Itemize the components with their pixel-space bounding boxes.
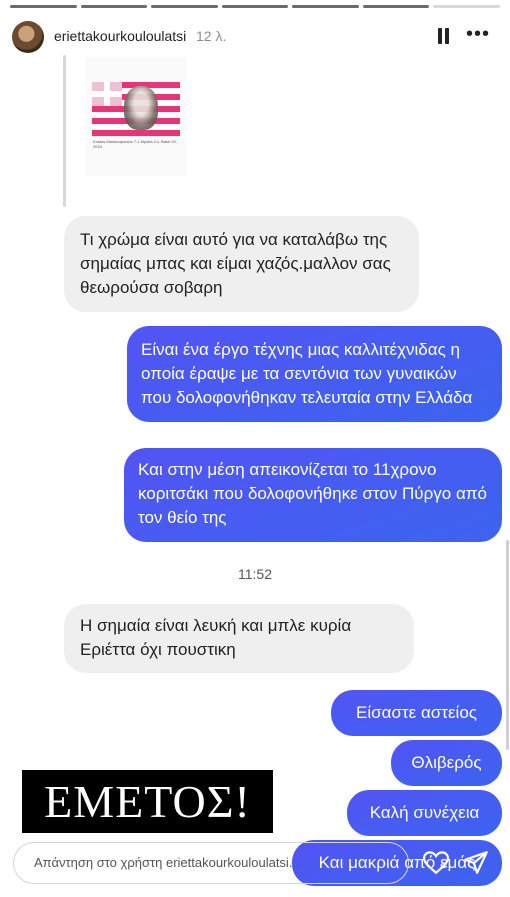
more-options-icon[interactable]: ••• bbox=[466, 23, 490, 46]
heart-icon[interactable] bbox=[423, 851, 449, 875]
avatar[interactable] bbox=[12, 21, 44, 53]
reply-input[interactable]: Απάντηση στο χρήστη eriettakourkouloulat… bbox=[13, 842, 409, 884]
emetos-sticker: ΕΜΕΤΟΣ! bbox=[22, 770, 273, 833]
message-sent: Θλιβερός bbox=[391, 740, 502, 786]
send-icon[interactable] bbox=[463, 850, 489, 876]
flag-artwork-image bbox=[92, 82, 180, 136]
message-sent: Και στην μέση απεικονίζεται το 11χρονο κ… bbox=[124, 448, 502, 542]
username[interactable]: eriettakourkouloulatsi bbox=[54, 28, 186, 44]
story-progress-bar bbox=[10, 5, 501, 8]
message-timestamp: 11:52 bbox=[238, 566, 272, 582]
scrollbar[interactable] bbox=[506, 540, 509, 750]
reply-quote-bar bbox=[63, 55, 66, 207]
story-header: eriettakourkouloulatsi 12 λ. ••• bbox=[12, 20, 500, 54]
message-sent: Είσαστε αστείος bbox=[331, 690, 502, 736]
message-sent: Καλή συνέχεια bbox=[347, 790, 502, 836]
shared-image-thumbnail[interactable]: Kostas Mandoupoulos 7-1 Mystra Co. Base … bbox=[85, 58, 187, 176]
story-time: 12 λ. bbox=[196, 28, 227, 44]
pause-icon[interactable] bbox=[436, 28, 450, 44]
message-received: Η σημαία είναι λευκή και μπλε κυρία Εριέ… bbox=[64, 604, 414, 673]
message-sent: Είναι ένα έργο τέχνης μιας καλλιτέχνιδας… bbox=[127, 326, 502, 422]
thumbnail-caption: Kostas Mandoupoulos 7-1 Mystra Co. Base … bbox=[93, 139, 177, 149]
message-received: Τι χρώμα είναι αυτό για να καταλάβω της … bbox=[64, 216, 419, 312]
reply-placeholder: Απάντηση στο χρήστη eriettakourkouloulat… bbox=[34, 855, 300, 870]
